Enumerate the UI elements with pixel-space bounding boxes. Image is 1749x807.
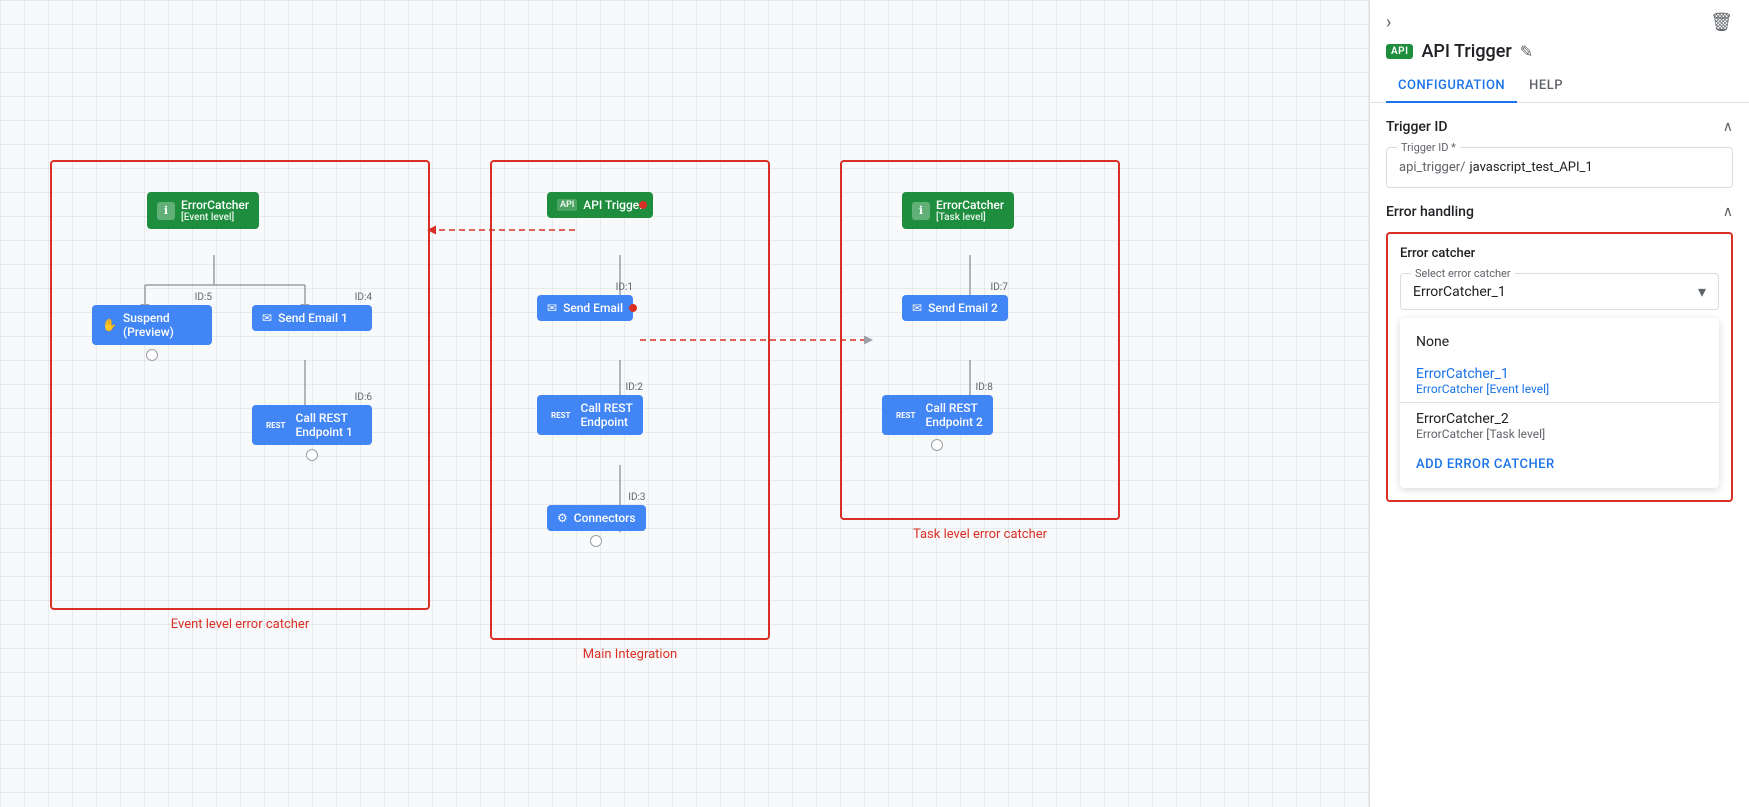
panel-title: API Trigger: [1421, 41, 1511, 62]
trigger-id-prefix: api_trigger/: [1399, 160, 1465, 175]
email-icon-2: ✉: [912, 301, 922, 315]
error-catcher-section-label: Error catcher: [1400, 246, 1719, 261]
panel-title-row: API API Trigger ✎: [1370, 41, 1749, 70]
api-trigger-dot: [639, 201, 647, 209]
error-catcher-section: Error catcher Select error catcher Error…: [1386, 232, 1733, 502]
send-email-main-node[interactable]: ID:1 ✉ Send Email: [537, 282, 633, 321]
email-icon-1: ✉: [262, 311, 272, 325]
ec2-sub: ErrorCatcher [Task level]: [1416, 427, 1703, 441]
send-email-main-label: Send Email: [563, 301, 623, 315]
connectors-id: ID:3: [547, 492, 646, 503]
connectors-connector: [590, 535, 602, 547]
trigger-id-row: api_trigger/ javascript_test_API_1: [1399, 160, 1720, 175]
panel-top-bar: › 🗑: [1370, 0, 1749, 41]
task-level-box: ℹ ErrorCatcher [Task level] ID:7 ✉ Send …: [840, 160, 1120, 520]
trigger-id-section-header: Trigger ID ∧: [1386, 119, 1733, 135]
rest-1-connector: [306, 449, 318, 461]
panel-delete-button[interactable]: 🗑: [1710, 12, 1733, 33]
trigger-id-field-label: Trigger ID *: [1397, 141, 1460, 154]
call-rest-main-label: Call RESTEndpoint: [581, 401, 633, 429]
send-email-2-label: Send Email 2: [928, 301, 998, 315]
call-rest-2-label: Call RESTEndpoint 2: [926, 401, 983, 429]
suspend-id: ID:5: [92, 292, 212, 303]
dropdown-item-ec2[interactable]: ErrorCatcher_2 ErrorCatcher [Task level]: [1400, 407, 1719, 449]
call-rest-1-node[interactable]: ID:6 REST Call RESTEndpoint 1: [252, 392, 372, 461]
dropdown-divider: [1400, 402, 1719, 403]
send-email-main-id: ID:1: [537, 282, 633, 293]
task-level-error-catcher-node[interactable]: ℹ ErrorCatcher [Task level]: [902, 192, 1014, 229]
send-email-1-node[interactable]: ID:4 ✉ Send Email 1: [252, 292, 372, 331]
panel-tabs: CONFIGURATION HELP: [1370, 70, 1749, 103]
suspend-label: Suspend(Preview): [123, 311, 174, 339]
dropdown-item-ec1[interactable]: ErrorCatcher_1 ErrorCatcher [Event level…: [1400, 358, 1719, 398]
panel-collapse-button[interactable]: ›: [1386, 12, 1391, 33]
call-rest-main-id: ID:2: [537, 382, 643, 393]
ec1-label: ErrorCatcher_1: [1416, 366, 1509, 382]
ec2-label: ErrorCatcher_2: [1416, 411, 1509, 427]
trigger-id-title: Trigger ID: [1386, 119, 1447, 135]
suspend-connector: [146, 349, 158, 361]
rest-badge-1: REST: [262, 420, 290, 431]
error-catcher-dropdown: None ErrorCatcher_1 ErrorCatcher [Event …: [1400, 318, 1719, 488]
error-handling-section-header: Error handling ∧: [1386, 204, 1733, 220]
send-email-2-id: ID:7: [902, 282, 1008, 293]
dropdown-arrow-icon: ▾: [1698, 282, 1706, 301]
email-icon-main: ✉: [547, 301, 557, 315]
api-badge-node: API: [557, 199, 577, 211]
rest-badge-main: REST: [547, 410, 575, 421]
error-catcher-label: ErrorCatcher: [181, 198, 249, 212]
api-trigger-node[interactable]: API API Trigger: [547, 192, 653, 218]
error-icon: ℹ: [157, 202, 175, 220]
selected-catcher-value: ErrorCatcher_1: [1413, 284, 1506, 300]
event-level-error-catcher-node[interactable]: ℹ ErrorCatcher [Event level]: [147, 192, 259, 229]
ec1-sub: ErrorCatcher [Event level]: [1416, 382, 1703, 396]
connectors-icon: ⚙: [557, 511, 568, 525]
error-icon-task: ℹ: [912, 202, 930, 220]
tab-help[interactable]: HELP: [1517, 70, 1575, 103]
task-level-label: Task level error catcher: [913, 527, 1047, 542]
connectors-node[interactable]: ID:3 ⚙ Connectors: [547, 492, 646, 547]
error-handling-chevron[interactable]: ∧: [1723, 204, 1733, 220]
rest-badge-2: REST: [892, 410, 920, 421]
add-error-catcher-button[interactable]: ADD ERROR CATCHER: [1400, 449, 1719, 480]
dropdown-item-none[interactable]: None: [1400, 326, 1719, 358]
main-integration-box: API API Trigger ID:1 ✉ Send Email ID:2 R…: [490, 160, 770, 640]
select-catcher-row[interactable]: ErrorCatcher_1 ▾: [1413, 282, 1706, 301]
canvas-area: ℹ ErrorCatcher [Event level] ID:5 ✋ Susp…: [0, 0, 1369, 807]
send-email-1-label: Send Email 1: [278, 311, 348, 325]
right-panel: › 🗑 API API Trigger ✎ CONFIGURATION HELP…: [1369, 0, 1749, 807]
error-handling-title: Error handling: [1386, 204, 1474, 220]
api-trigger-label: API Trigger: [583, 198, 643, 212]
tab-configuration[interactable]: CONFIGURATION: [1386, 70, 1517, 103]
edit-title-button[interactable]: ✎: [1520, 42, 1533, 61]
call-rest-2-node[interactable]: ID:8 REST Call RESTEndpoint 2: [882, 382, 993, 451]
send-email-1-id: ID:4: [252, 292, 372, 303]
send-email-2-node[interactable]: ID:7 ✉ Send Email 2: [902, 282, 1008, 321]
suspend-node[interactable]: ID:5 ✋ Suspend(Preview): [92, 292, 212, 361]
call-rest-main-node[interactable]: ID:2 REST Call RESTEndpoint: [537, 382, 643, 435]
send-email-dot: [629, 304, 637, 312]
main-integration-label: Main Integration: [583, 647, 677, 662]
task-error-catcher-sub: [Task level]: [936, 212, 1004, 223]
event-level-box: ℹ ErrorCatcher [Event level] ID:5 ✋ Susp…: [50, 160, 430, 610]
trigger-id-chevron[interactable]: ∧: [1723, 119, 1733, 135]
suspend-icon: ✋: [102, 318, 117, 332]
rest-2-connector: [931, 439, 943, 451]
trigger-id-value[interactable]: javascript_test_API_1: [1469, 160, 1592, 175]
select-catcher-label: Select error catcher: [1411, 267, 1515, 280]
trigger-id-field: Trigger ID * api_trigger/ javascript_tes…: [1386, 147, 1733, 188]
event-level-label: Event level error catcher: [171, 617, 309, 632]
task-error-catcher-label: ErrorCatcher: [936, 198, 1004, 212]
error-catcher-sub: [Event level]: [181, 212, 249, 223]
panel-content: Trigger ID ∧ Trigger ID * api_trigger/ j…: [1370, 103, 1749, 807]
api-badge-panel: API: [1386, 44, 1413, 59]
error-catcher-select-group: Select error catcher ErrorCatcher_1 ▾: [1400, 273, 1719, 310]
call-rest-1-id: ID:6: [252, 392, 372, 403]
call-rest-1-label: Call RESTEndpoint 1: [296, 411, 353, 439]
connectors-label: Connectors: [574, 511, 636, 525]
call-rest-2-id: ID:8: [882, 382, 993, 393]
